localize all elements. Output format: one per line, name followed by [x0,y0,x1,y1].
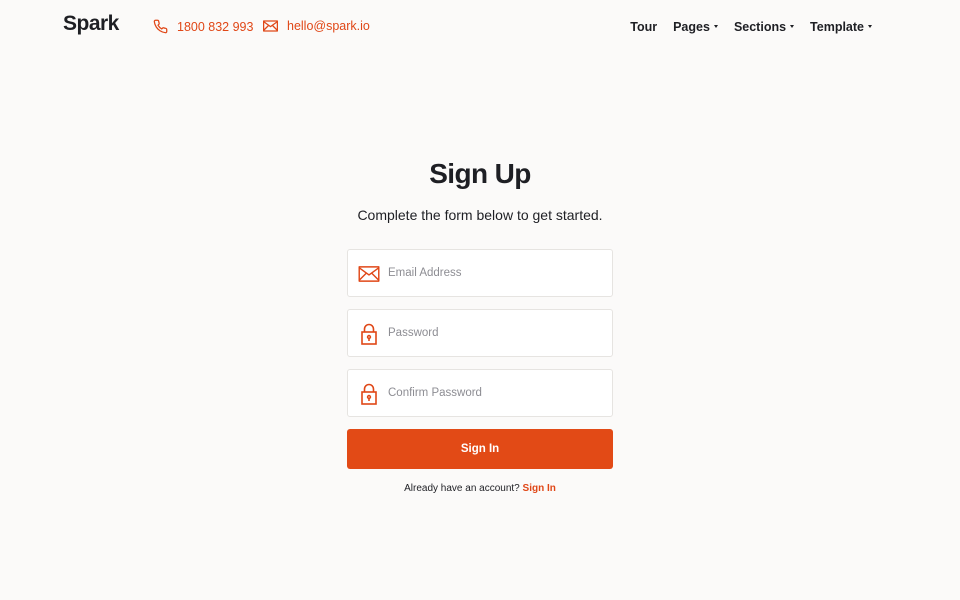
page-title: Sign Up [429,158,531,189]
email-field[interactable] [347,249,613,297]
nav-label: Tour [630,20,658,34]
password-field[interactable] [347,309,613,357]
confirm-password-input[interactable] [388,370,608,416]
email-address: hello@spark.io [287,19,370,33]
phone-link[interactable]: 1800 832 993 [153,19,253,34]
sign-in-link[interactable]: Sign In [523,483,556,494]
nav-label: Sections [733,20,787,34]
email-input[interactable] [388,250,608,296]
email-link[interactable]: hello@spark.io [263,19,370,33]
lock-icon [357,322,381,346]
confirm-password-field[interactable] [347,369,613,417]
nav-label: Pages [673,20,710,34]
sign-in-button[interactable]: Sign In [347,429,613,469]
nav-item-pages[interactable]: Pages [673,20,718,34]
envelope-icon [263,20,278,32]
password-input[interactable] [388,310,608,356]
nav-item-sections[interactable]: Sections [733,20,795,34]
page-subtitle: Complete the form below to get started. [357,207,603,223]
logo[interactable]: Spark [63,12,119,36]
site-header: Spark 1800 832 993 hello@spark.io Tour P… [0,0,960,54]
caret-down-icon [868,24,872,28]
envelope-icon [357,262,381,286]
nav-item-template[interactable]: Template [810,20,872,34]
lock-icon [357,382,381,406]
main-nav: Tour Pages Sections Template [630,20,872,34]
phone-number: 1800 832 993 [177,19,254,34]
nav-label: Template [810,20,864,34]
phone-icon [153,19,168,34]
caret-down-icon [790,24,795,28]
account-prompt: Already have an account? [404,483,520,494]
caret-down-icon [713,24,718,28]
nav-item-tour[interactable]: Tour [630,20,657,34]
account-prompt-line: Already have an account? Sign In [0,483,960,494]
